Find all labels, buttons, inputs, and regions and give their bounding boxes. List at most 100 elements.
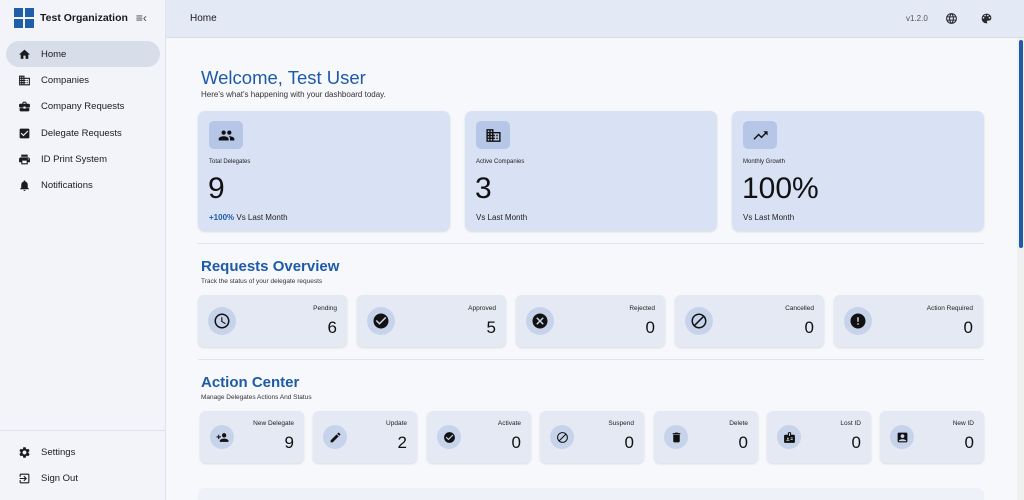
action-count: 9 (284, 433, 294, 452)
main-content: Welcome, Test User Here's what's happeni… (166, 38, 1017, 500)
checkbox-icon (17, 126, 31, 140)
action-label: Update (386, 420, 407, 427)
sidebar-item-company-requests[interactable]: Company Requests (6, 94, 160, 120)
action-card-update[interactable]: Update 2 (313, 411, 417, 463)
gear-icon (17, 445, 31, 459)
sidebar-item-label: Sign Out (41, 472, 78, 484)
clock-icon (208, 307, 236, 335)
brand: Test Organization ≡‹ (14, 7, 164, 29)
sidebar-item-label: Companies (41, 74, 90, 86)
action-count: 0 (738, 433, 748, 452)
sidebar-item-label: ID Print System (41, 154, 107, 166)
request-label: Approved (468, 305, 496, 312)
sidebar-item-settings[interactable]: Settings (6, 439, 160, 465)
organization-logo-icon (14, 8, 34, 28)
stat-card-total-delegates: Total Delegates 9 +100% Vs Last Month (198, 111, 450, 231)
sidebar-item-id-print-system[interactable]: ID Print System (6, 147, 160, 173)
section-divider (198, 359, 984, 360)
action-label: New Delegate (253, 420, 294, 427)
next-section-card (198, 488, 984, 500)
stat-label: Active Companies (476, 159, 525, 165)
stat-label: Monthly Growth (743, 159, 786, 165)
action-card-activate[interactable]: Activate 0 (427, 411, 531, 463)
topbar: Home v1.2.0 (166, 0, 1024, 38)
stat-value: 100% (742, 172, 819, 205)
request-count: 5 (486, 318, 496, 337)
requests-overview-title: Requests Overview (201, 258, 340, 275)
action-label: Suspend (608, 420, 634, 427)
person-add-icon (210, 425, 234, 449)
sidebar-item-sign-out[interactable]: Sign Out (6, 465, 160, 491)
logout-icon (17, 471, 31, 485)
stat-trend-percent: +100% (209, 213, 235, 222)
action-label: Delete (729, 420, 748, 427)
page-subtitle: Here's what's happening with your dashbo… (201, 90, 386, 99)
request-label: Cancelled (785, 305, 814, 312)
action-card-suspend[interactable]: Suspend 0 (540, 411, 644, 463)
sidebar-item-home[interactable]: Home (6, 41, 160, 67)
trash-icon (664, 425, 688, 449)
request-card-pending[interactable]: Pending 6 (198, 295, 347, 347)
action-center-subtitle: Manage Delegates Actions And Status (201, 394, 312, 401)
building-icon (476, 121, 510, 149)
action-count: 2 (397, 433, 407, 452)
sidebar-item-notifications[interactable]: Notifications (6, 173, 160, 199)
stat-trend-text: Vs Last Month (476, 213, 528, 222)
action-card-new-id[interactable]: New ID 0 (880, 411, 984, 463)
stat-value: 9 (208, 172, 225, 205)
sidebar-divider (0, 430, 165, 431)
action-count: 0 (624, 433, 634, 452)
menu-collapse-icon[interactable]: ≡‹ (136, 12, 147, 24)
request-card-approved[interactable]: Approved 5 (357, 295, 506, 347)
printer-icon (17, 153, 31, 167)
sidebar-item-label: Delegate Requests (41, 127, 122, 139)
block-icon (685, 307, 713, 335)
x-circle-icon (526, 307, 554, 335)
stat-value: 3 (475, 172, 492, 205)
sidebar-bottom-nav: Settings Sign Out (6, 439, 160, 492)
action-card-delete[interactable]: Delete 0 (654, 411, 758, 463)
request-count: 0 (963, 318, 973, 337)
stat-trend-text: Vs Last Month (743, 213, 795, 222)
sidebar-item-label: Company Requests (41, 101, 125, 113)
sidebar-item-label: Home (41, 48, 67, 60)
sidebar-item-delegate-requests[interactable]: Delegate Requests (6, 120, 160, 146)
request-count: 6 (327, 318, 337, 337)
version-label: v1.2.0 (906, 14, 928, 23)
request-card-cancelled[interactable]: Cancelled 0 (675, 295, 824, 347)
block-icon (550, 425, 574, 449)
pencil-icon (323, 425, 347, 449)
globe-icon[interactable] (944, 12, 958, 26)
action-count: 0 (851, 433, 861, 452)
briefcase-icon (17, 100, 31, 114)
request-count: 0 (804, 318, 814, 337)
request-card-rejected[interactable]: Rejected 0 (516, 295, 665, 347)
scrollbar-thumb[interactable] (1019, 40, 1023, 248)
action-label: Lost ID (840, 420, 861, 427)
id-card-icon (890, 425, 914, 449)
sidebar-nav: Home Companies Company Requests Delegate… (6, 41, 160, 199)
group-icon (209, 121, 243, 149)
brand-name: Test Organization (40, 12, 128, 24)
request-card-action-required[interactable]: Action Required 0 (834, 295, 983, 347)
palette-icon[interactable] (979, 12, 993, 26)
sidebar: Test Organization ≡‹ Home Companies Comp… (0, 0, 166, 500)
request-label: Pending (313, 305, 337, 312)
alert-icon (844, 307, 872, 335)
sidebar-item-companies[interactable]: Companies (6, 67, 160, 93)
action-card-lost-id[interactable]: Lost ID 0 (767, 411, 871, 463)
action-count: 0 (511, 433, 521, 452)
section-divider (198, 243, 984, 244)
action-card-new-delegate[interactable]: New Delegate 9 (200, 411, 304, 463)
action-label: New ID (952, 420, 974, 427)
action-count: 0 (964, 433, 974, 452)
breadcrumb: Home (190, 13, 217, 24)
action-center-title: Action Center (201, 374, 300, 391)
stat-card-active-companies: Active Companies 3 Vs Last Month (465, 111, 717, 231)
stat-label: Total Delegates (209, 159, 251, 165)
stat-trend: +100% Vs Last Month (209, 213, 288, 222)
badge-icon (777, 425, 801, 449)
trending-up-icon (743, 121, 777, 149)
building-icon (17, 73, 31, 87)
stat-trend-text: Vs Last Month (236, 213, 288, 222)
